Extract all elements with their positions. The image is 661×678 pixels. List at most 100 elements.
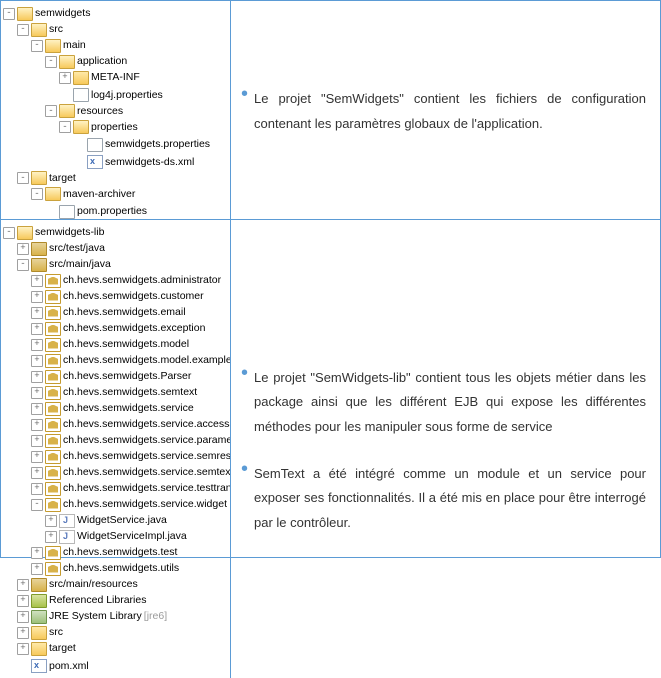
tree-node[interactable]: -src-main-application+META-INFlog4j.prop… [17, 21, 228, 170]
expand-icon[interactable]: + [17, 579, 29, 591]
tree-node[interactable]: + ch.hevs.semwidgets.Parser [31, 368, 228, 384]
tree-node[interactable]: +src [17, 624, 228, 640]
tree-node[interactable]: +WidgetServiceImpl.java [45, 528, 228, 544]
tree-node[interactable]: -target-maven-archiverpom.properties-sem… [17, 170, 228, 220]
tree-node[interactable]: +ch.hevs.semwidgets.semtext [31, 384, 228, 400]
node-label: semwidgets-lib [35, 225, 104, 240]
file-icon [73, 88, 89, 102]
tree-node[interactable]: +ch.hevs.semwidgets.administrator [31, 272, 228, 288]
tree-node[interactable]: -application+META-INFlog4j.properties [45, 53, 228, 103]
tree-node[interactable]: pom.xml [17, 656, 228, 674]
tree-node[interactable]: +Referenced Libraries [17, 592, 228, 608]
node-label: src/main/java [49, 257, 111, 272]
collapse-icon[interactable]: - [31, 188, 43, 200]
expand-icon[interactable]: + [17, 243, 29, 255]
tree-node[interactable]: +ch.hevs.semwidgets.model [31, 336, 228, 352]
java-file-icon [59, 530, 75, 544]
expand-icon[interactable]: + [31, 451, 43, 463]
node-label: ch.hevs.semwidgets.service [63, 401, 194, 416]
expand-icon[interactable]: + [31, 291, 43, 303]
node-label: src/test/java [49, 241, 105, 256]
tree-node[interactable]: - semwidgets-lib + src/test/java - src/main/j… [3, 224, 228, 674]
tree-node[interactable]: -semwidgets-src-main-application+META-IN… [3, 5, 228, 219]
tree-node[interactable]: +target [17, 640, 228, 656]
node-label: log4j.properties [91, 88, 163, 103]
expand-icon[interactable]: + [17, 595, 29, 607]
source-folder-icon [31, 578, 47, 592]
expand-icon[interactable]: + [17, 627, 29, 639]
collapse-icon[interactable]: - [17, 24, 29, 36]
expand-icon[interactable]: + [31, 275, 43, 287]
expand-icon[interactable]: + [31, 483, 43, 495]
expand-icon[interactable]: + [31, 419, 43, 431]
node-label: META-INF [91, 70, 140, 85]
tree-node[interactable]: + ch.hevs.semwidgets.utils [31, 560, 228, 576]
tree-node[interactable]: + META-INF [59, 69, 228, 85]
tree-semwidgets-lib: - semwidgets-lib + src/test/java - src/main/j… [1, 220, 231, 678]
expand-icon[interactable]: + [31, 339, 43, 351]
collapse-icon[interactable]: - [31, 40, 43, 52]
package-icon [45, 418, 61, 432]
collapse-icon[interactable]: - [31, 499, 43, 511]
tree-node[interactable]: +ch.hevs.semwidgets.service.testtransact… [31, 480, 228, 496]
expand-icon[interactable]: + [31, 323, 43, 335]
tree-node[interactable]: - src/main/java+ch.hevs.semwidgets.admini… [17, 256, 228, 576]
expand-icon[interactable]: + [31, 563, 43, 575]
tree-node[interactable]: - maven-archiver pom.properties [31, 186, 228, 220]
tree-node[interactable]: -resources-propertiessemwidgets.properti… [45, 103, 228, 170]
collapse-icon[interactable]: - [45, 105, 57, 117]
tree-node[interactable]: log4j.properties [59, 85, 228, 103]
node-label: ch.hevs.semwidgets.Parser [63, 369, 191, 384]
expand-icon[interactable]: + [31, 355, 43, 367]
source-folder-icon [31, 242, 47, 256]
collapse-icon[interactable]: - [17, 259, 29, 271]
expand-icon[interactable]: + [31, 403, 43, 415]
folder-open-icon [45, 187, 61, 201]
expand-icon[interactable]: + [31, 547, 43, 559]
tree-node[interactable]: pom.properties [45, 202, 228, 220]
tree-node[interactable]: +ch.hevs.semwidgets.model.example [31, 352, 228, 368]
tree-node[interactable]: +ch.hevs.semwidgets.customer [31, 288, 228, 304]
package-icon [45, 338, 61, 352]
tree-node[interactable]: +ch.hevs.semwidgets.service.semresult [31, 448, 228, 464]
tree-node[interactable]: +ch.hevs.semwidgets.exception [31, 320, 228, 336]
tree-node[interactable]: +ch.hevs.semwidgets.service.semtext [31, 464, 228, 480]
collapse-icon[interactable]: - [3, 8, 15, 20]
tree-node[interactable]: semwidgets.properties [73, 135, 228, 153]
collapse-icon[interactable]: - [59, 121, 71, 133]
tree-node[interactable]: semwidgets-ds.xml [73, 152, 228, 170]
tree-node[interactable]: -propertiessemwidgets.propertiessemwidge… [59, 119, 228, 170]
node-label: ch.hevs.semwidgets.utils [63, 561, 179, 576]
folder-open-icon [45, 39, 61, 53]
package-icon [45, 402, 61, 416]
expand-icon[interactable]: + [31, 307, 43, 319]
collapse-icon[interactable]: - [17, 172, 29, 184]
expand-icon[interactable]: + [31, 371, 43, 383]
tree-node[interactable]: +JRE System Library [jre6] [17, 608, 228, 624]
expand-icon[interactable]: + [45, 515, 57, 527]
expand-icon[interactable]: + [31, 467, 43, 479]
expand-icon[interactable]: + [17, 643, 29, 655]
tree-node[interactable]: -ch.hevs.semwidgets.service.widget+Widge… [31, 496, 228, 544]
node-suffix: [jre6] [144, 609, 167, 624]
node-label: pom.properties [77, 204, 147, 219]
expand-icon[interactable]: + [31, 387, 43, 399]
tree-node[interactable]: -main-application+META-INFlog4j.properti… [31, 37, 228, 170]
tree-node[interactable]: +src/main/resources [17, 576, 228, 592]
collapse-icon[interactable]: - [3, 227, 15, 239]
tree-node[interactable]: +ch.hevs.semwidgets.email [31, 304, 228, 320]
collapse-icon[interactable]: - [45, 56, 57, 68]
tree-node[interactable]: + ch.hevs.semwidgets.service [31, 400, 228, 416]
tree-node[interactable]: +ch.hevs.semwidgets.service.accessaccoun… [31, 416, 228, 432]
package-icon [45, 562, 61, 576]
node-label: maven-archiver [63, 187, 135, 202]
package-icon [45, 322, 61, 336]
tree-node[interactable]: +ch.hevs.semwidgets.service.parameter [31, 432, 228, 448]
expand-icon[interactable]: + [59, 72, 71, 84]
tree-node[interactable]: + src/test/java [17, 240, 228, 256]
expand-icon[interactable]: + [45, 531, 57, 543]
expand-icon[interactable]: + [17, 611, 29, 623]
expand-icon[interactable]: + [31, 435, 43, 447]
tree-node[interactable]: +WidgetService.java [45, 512, 228, 528]
node-label: semwidgets-ds.xml [105, 155, 194, 170]
